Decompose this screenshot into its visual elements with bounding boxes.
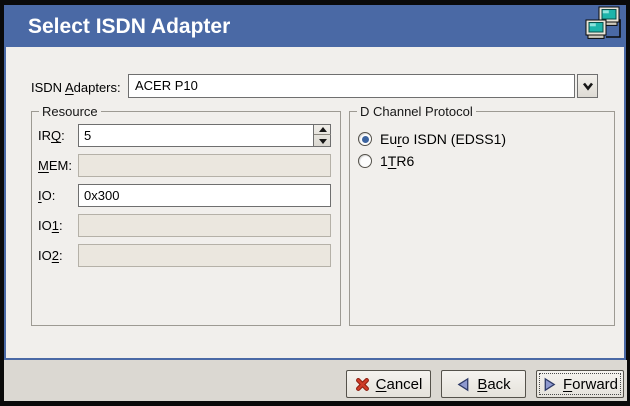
d-channel-protocol-title: D Channel Protocol bbox=[357, 104, 476, 119]
forward-button-label: Forward bbox=[563, 376, 618, 393]
mem-label: MEM: bbox=[38, 158, 72, 173]
back-button[interactable]: Back bbox=[441, 370, 526, 398]
spin-column bbox=[313, 125, 330, 146]
radio-1tr6[interactable]: 1TR6 bbox=[358, 153, 414, 169]
radio-button-icon bbox=[358, 154, 372, 168]
arrow-right-icon bbox=[542, 377, 557, 392]
resource-group: Resource IRQ: MEM: IO: IO1: IO2: bbox=[31, 111, 341, 326]
d-channel-protocol-group: D Channel Protocol Euro ISDN (EDSS1) 1TR… bbox=[349, 111, 615, 326]
euro-isdn-label: Euro ISDN (EDSS1) bbox=[380, 131, 506, 147]
dialog-button-bar: Cancel Back Forward bbox=[4, 360, 627, 401]
irq-spinner bbox=[78, 124, 331, 147]
radio-button-icon bbox=[358, 132, 372, 146]
io2-input bbox=[78, 244, 331, 267]
arrow-down-icon bbox=[319, 139, 327, 144]
mem-input bbox=[78, 154, 331, 177]
isdn-adapter-combobox[interactable]: ACER P10 bbox=[128, 74, 598, 98]
back-button-label: Back bbox=[477, 376, 510, 393]
spin-down-button[interactable] bbox=[314, 136, 331, 146]
isdn-adapters-label: ISDN Adapters: bbox=[31, 80, 121, 95]
resource-group-title: Resource bbox=[39, 104, 101, 119]
cancel-button[interactable]: Cancel bbox=[346, 370, 431, 398]
red-x-icon bbox=[355, 377, 370, 392]
arrow-up-icon bbox=[319, 127, 327, 132]
io-input[interactable] bbox=[78, 184, 331, 207]
isdn-adapter-value[interactable]: ACER P10 bbox=[128, 74, 575, 98]
spin-up-button[interactable] bbox=[314, 125, 331, 135]
1tr6-label: 1TR6 bbox=[380, 153, 414, 169]
irq-label: IRQ: bbox=[38, 128, 65, 143]
forward-button[interactable]: Forward bbox=[536, 370, 624, 398]
combo-dropdown-button[interactable] bbox=[577, 74, 598, 98]
chevron-down-icon bbox=[582, 82, 594, 91]
radio-euro-isdn[interactable]: Euro ISDN (EDSS1) bbox=[358, 131, 506, 147]
irq-input[interactable] bbox=[78, 124, 331, 147]
dialog-header: Select ISDN Adapter bbox=[4, 5, 626, 47]
io-label: IO: bbox=[38, 188, 55, 203]
io2-label: IO2: bbox=[38, 248, 63, 263]
networked-computers-icon bbox=[584, 4, 624, 44]
io1-input bbox=[78, 214, 331, 237]
select-isdn-adapter-dialog: Select ISDN Adapter ISDN Adapters: ACER … bbox=[0, 0, 630, 406]
arrow-left-icon bbox=[456, 377, 471, 392]
page-title: Select ISDN Adapter bbox=[28, 15, 230, 39]
io1-label: IO1: bbox=[38, 218, 63, 233]
cancel-button-label: Cancel bbox=[376, 376, 423, 393]
